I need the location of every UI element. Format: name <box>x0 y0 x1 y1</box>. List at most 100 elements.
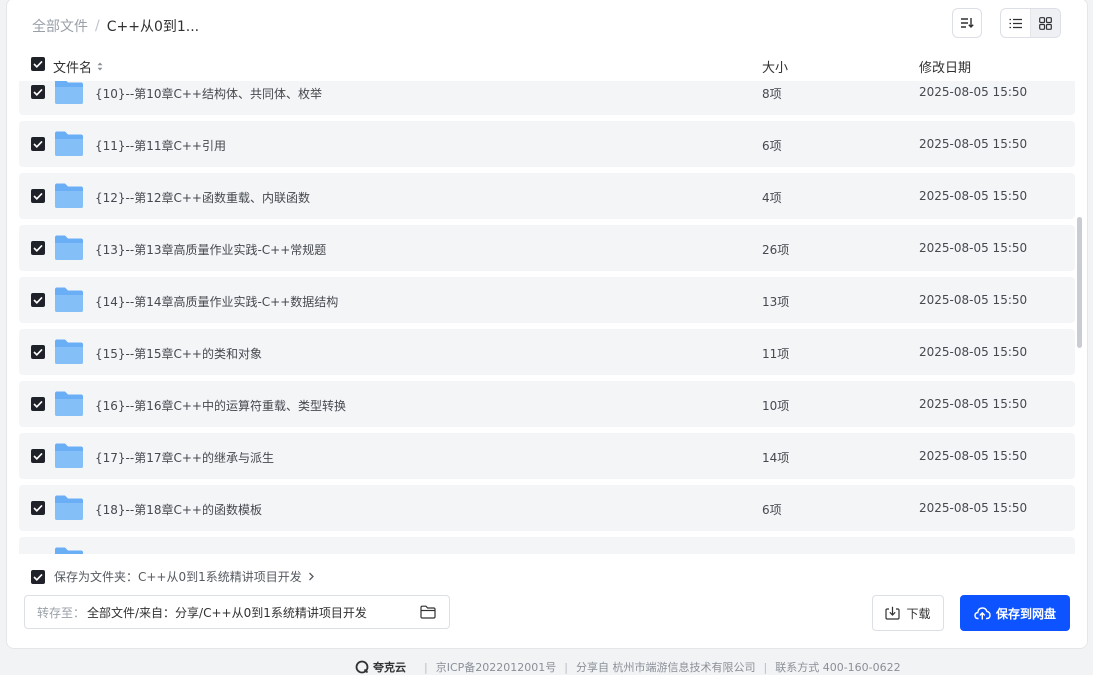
check-icon <box>33 140 43 148</box>
table-row[interactable]: {12}--第12章C++函数重载、内联函数 4项 2025-08-05 15:… <box>19 173 1075 219</box>
file-name[interactable]: {10}--第10章C++结构体、共同体、枚举 <box>95 85 322 102</box>
table-row[interactable]: {13}--第13章高质量作业实践-C++常规题 26项 2025-08-05 … <box>19 225 1075 271</box>
row-checkbox[interactable] <box>31 85 45 99</box>
breadcrumb-current: C++从0到1... <box>106 19 200 35</box>
list-view-icon <box>1009 18 1022 28</box>
file-name[interactable]: {17}--第17章C++的继承与派生 <box>95 449 274 466</box>
footer-divider: | <box>424 660 428 674</box>
share-panel: 全部文件 / C++从0到1... 文件名 大小 修改日期 {10}--第10章… <box>6 0 1088 649</box>
file-size: 6项 <box>762 139 782 153</box>
table-row[interactable]: {15}--第15章C++的类和对象 11项 2025-08-05 15:50 <box>19 329 1075 375</box>
file-date: 2025-08-05 15:50 <box>919 241 1028 255</box>
file-name[interactable]: {15}--第15章C++的类和对象 <box>95 345 262 362</box>
sort-arrows-icon <box>97 62 103 71</box>
table-row[interactable]: {16}--第16章C++中的运算符重载、类型转换 10项 2025-08-05… <box>19 381 1075 427</box>
select-all-checkbox[interactable] <box>31 57 45 71</box>
folder-icon <box>55 131 83 156</box>
footer-divider: | <box>763 660 768 674</box>
folder-icon <box>55 547 83 554</box>
table-row[interactable]: {11}--第11章C++引用 6项 2025-08-05 15:50 <box>19 121 1075 167</box>
check-icon <box>33 573 43 581</box>
grid-view-icon <box>1039 16 1052 30</box>
file-name[interactable]: {14}--第14章高质量作业实践-C++数据结构 <box>95 293 338 310</box>
file-date: 2025-08-05 15:50 <box>919 189 1028 203</box>
row-checkbox[interactable] <box>31 449 45 463</box>
download-button[interactable]: 下载 <box>872 595 944 631</box>
table-row[interactable]: {18}--第18章C++的函数模板 6项 2025-08-05 15:50 <box>19 485 1075 531</box>
file-size: 8项 <box>762 87 782 101</box>
list-scrollbar[interactable] <box>1077 217 1082 348</box>
file-size: 26项 <box>762 243 790 257</box>
file-date: 2025-08-05 15:50 <box>919 85 1028 99</box>
table-row[interactable]: {10}--第10章C++结构体、共同体、枚举 8项 2025-08-05 15… <box>19 81 1075 115</box>
breadcrumb-root[interactable]: 全部文件 <box>32 16 88 36</box>
check-icon <box>33 244 43 252</box>
save-path-value: 全部文件/来自：分享/C++从0到1系统精讲项目开发 <box>87 605 367 620</box>
save-as-folder-option[interactable]: 保存为文件夹：C++从0到1系统精讲项目开发 <box>31 568 315 585</box>
column-name-header[interactable]: 文件名 <box>53 57 104 76</box>
check-icon <box>33 400 43 408</box>
row-checkbox[interactable] <box>31 189 45 203</box>
cloud-upload-icon <box>974 607 991 620</box>
row-checkbox[interactable] <box>31 241 45 255</box>
table-row[interactable]: {14}--第14章高质量作业实践-C++数据结构 13项 2025-08-05… <box>19 277 1075 323</box>
folder-icon <box>55 81 83 104</box>
folder-outline-icon[interactable] <box>420 605 436 619</box>
grid-view-button[interactable] <box>1030 9 1060 37</box>
file-size: 4项 <box>762 191 782 205</box>
sort-icon <box>961 18 974 28</box>
file-name[interactable]: {16}--第16章C++中的运算符重载、类型转换 <box>95 397 346 414</box>
download-icon <box>885 606 901 620</box>
file-size: 10项 <box>762 399 790 413</box>
folder-icon <box>55 443 83 468</box>
file-date: 2025-08-05 15:50 <box>919 345 1028 359</box>
breadcrumb: 全部文件 / C++从0到1... <box>32 16 199 36</box>
check-icon <box>33 504 43 512</box>
save-toolbar: 保存为文件夹：C++从0到1系统精讲项目开发 转存至： 全部文件/来自：分享/C… <box>7 555 1087 647</box>
page-footer: 夸克云 | 京ICP备2022012001号 | 分享自 杭州市端游信息技术有限… <box>355 659 901 675</box>
table-header: 文件名 大小 修改日期 <box>7 49 1087 81</box>
download-label: 下载 <box>906 606 931 621</box>
row-checkbox[interactable] <box>31 345 45 359</box>
column-size-header: 大小 <box>762 61 789 76</box>
save-to-drive-button[interactable]: 保存到网盘 <box>960 595 1070 631</box>
save-path-field[interactable]: 转存至： 全部文件/来自：分享/C++从0到1系统精讲项目开发 <box>24 595 450 629</box>
save-as-folder-checkbox[interactable] <box>31 569 45 584</box>
folder-icon <box>55 183 83 208</box>
row-checkbox[interactable] <box>31 137 45 151</box>
brand-logo-icon <box>355 660 369 674</box>
file-name[interactable]: {11}--第11章C++引用 <box>95 137 226 154</box>
footer-divider: | <box>564 660 568 674</box>
file-date: 2025-08-05 15:50 <box>919 137 1028 151</box>
file-size: 14项 <box>762 451 790 465</box>
folder-icon <box>55 391 83 416</box>
file-list: {10}--第10章C++结构体、共同体、枚举 8项 2025-08-05 15… <box>19 81 1076 554</box>
folder-icon <box>55 495 83 520</box>
folder-icon <box>55 339 83 364</box>
sort-button[interactable] <box>952 8 982 38</box>
brand-name: 夸克云 <box>373 661 406 674</box>
file-name[interactable]: {12}--第12章C++函数重载、内联函数 <box>95 189 310 206</box>
folder-icon <box>55 287 83 312</box>
row-checkbox[interactable] <box>31 293 45 307</box>
view-toggle <box>1000 8 1061 38</box>
file-name[interactable]: {13}--第13章高质量作业实践-C++常规题 <box>95 241 326 258</box>
check-icon <box>33 192 43 200</box>
footer-icp[interactable]: 京ICP备2022012001号 <box>436 659 557 675</box>
file-size: 13项 <box>762 295 790 309</box>
footer-contact: 联系方式 400-160-0622 <box>775 661 901 674</box>
file-name[interactable]: {18}--第18章C++的函数模板 <box>95 501 262 518</box>
column-name-label: 文件名 <box>53 61 93 76</box>
list-view-button[interactable] <box>1001 9 1030 37</box>
save-as-folder-label: 保存为文件夹：C++从0到1系统精讲项目开发 <box>54 570 302 584</box>
table-row[interactable]: {17}--第17章C++的继承与派生 14项 2025-08-05 15:50 <box>19 433 1075 479</box>
file-date: 2025-08-05 15:50 <box>919 293 1028 307</box>
file-size: 6项 <box>762 503 782 517</box>
check-icon <box>33 348 43 356</box>
column-date-header: 修改日期 <box>919 61 972 76</box>
row-checkbox[interactable] <box>31 397 45 411</box>
check-icon <box>33 452 43 460</box>
row-checkbox[interactable] <box>31 501 45 515</box>
table-row[interactable] <box>19 537 1075 554</box>
save-to-drive-label: 保存到网盘 <box>995 606 1056 621</box>
